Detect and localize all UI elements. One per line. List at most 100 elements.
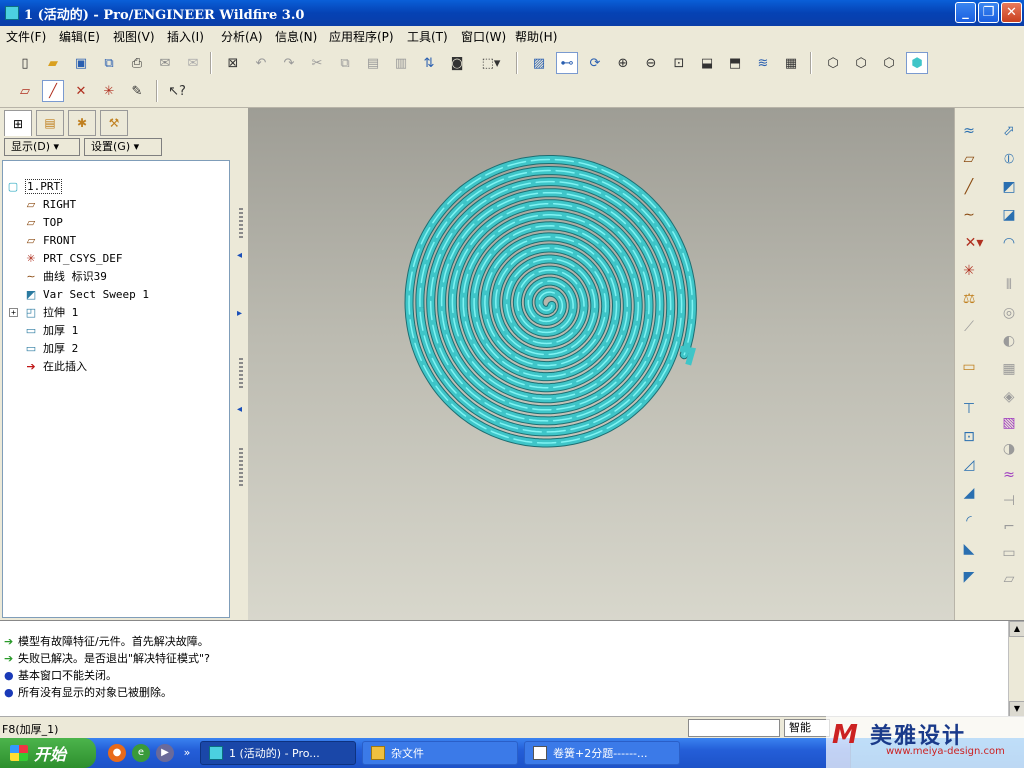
paste-special-icon[interactable]: ▥ (390, 52, 412, 74)
favorites-tab[interactable]: ✱ (68, 110, 96, 136)
browser-icon[interactable]: e (132, 744, 150, 762)
fill-icon[interactable]: ▱ (997, 568, 1021, 590)
menu-view[interactable]: 视图(V) (113, 28, 155, 45)
analysis-tool-icon[interactable]: ⚖ (957, 288, 981, 310)
select-box-icon[interactable]: ⬚▾ (474, 52, 508, 74)
menu-info[interactable]: 信息(N) (275, 28, 317, 45)
regenerate-icon[interactable]: ⇅ (418, 52, 440, 74)
maximize-button[interactable]: ❐ (978, 2, 999, 23)
zoom-out-icon[interactable]: ⊖ (640, 52, 662, 74)
repaint-icon[interactable]: ▨ (528, 52, 550, 74)
connections-tab[interactable]: ⚒ (100, 110, 128, 136)
task-proe[interactable]: 1 (活动的) - Pro... (200, 741, 356, 765)
scroll-down-icon[interactable]: ▼ (1009, 701, 1024, 717)
undo-icon[interactable]: ↶ (250, 52, 272, 74)
select-icon[interactable]: ▭ (957, 356, 981, 378)
datum-plane-display-icon[interactable]: ▱ (14, 80, 36, 102)
task-folder[interactable]: 杂文件 (362, 741, 518, 765)
round-icon[interactable]: ◜ (957, 510, 981, 532)
chamfer-icon[interactable]: ◣ (957, 538, 981, 560)
refit-icon[interactable]: ⊡ (668, 52, 690, 74)
shell-icon[interactable]: ⊡ (957, 426, 981, 448)
view-manager-icon[interactable]: ▦ (780, 52, 802, 74)
copy-icon[interactable]: ⧉ (334, 52, 356, 74)
csys-tool-icon[interactable]: ✳ (957, 260, 981, 282)
paste-icon[interactable]: ▤ (362, 52, 384, 74)
pattern-icon[interactable]: ▦ (997, 358, 1021, 380)
spin-center-icon[interactable]: ⊷ (556, 52, 578, 74)
tree-item-insert-here[interactable]: ➔ 在此插入 (23, 357, 87, 375)
tree-item-thicken-2[interactable]: ▭ 加厚 2 (23, 339, 78, 357)
tree-item-extrude[interactable]: + ◰ 拉伸 1 (9, 303, 78, 321)
menu-edit[interactable]: 编辑(E) (59, 28, 100, 45)
hidden-line-icon[interactable]: ⬡ (850, 52, 872, 74)
settings-dropdown[interactable]: 设置(G) ▾ (84, 138, 162, 156)
menu-window[interactable]: 窗口(W) (461, 28, 506, 45)
datum-axis-display-icon[interactable]: ╱ (42, 80, 64, 102)
collapse-arrow-icon[interactable]: ◂ (237, 250, 242, 261)
scroll-up-icon[interactable]: ▲ (1009, 621, 1024, 637)
trim-icon[interactable]: ◐ (997, 330, 1021, 352)
wireframe-icon[interactable]: ⬡ (822, 52, 844, 74)
blend-icon[interactable]: ◪ (997, 204, 1021, 226)
media-player-icon[interactable]: ▶ (156, 744, 174, 762)
variable-sweep-icon[interactable]: ◩ (997, 176, 1021, 198)
open-icon[interactable]: ▰ (42, 52, 64, 74)
extend-icon[interactable]: ⊣ (997, 490, 1021, 512)
graphics-window[interactable] (248, 108, 954, 620)
tree-item-right[interactable]: ▱ RIGHT (23, 195, 76, 213)
tree-item-part[interactable]: ▢ 1.PRT (5, 177, 63, 195)
saved-views-icon[interactable]: ⬒ (724, 52, 746, 74)
cut-icon[interactable]: ✂ (306, 52, 328, 74)
save-icon[interactable]: ▣ (70, 52, 92, 74)
menu-help[interactable]: 帮助(H) (515, 28, 557, 45)
send-mail2-icon[interactable]: ✉ (182, 52, 204, 74)
zoom-in-icon[interactable]: ⊕ (612, 52, 634, 74)
solidify-icon[interactable]: ≈ (997, 464, 1021, 486)
project-icon[interactable]: ⌐ (997, 516, 1021, 538)
redo-icon[interactable]: ↷ (278, 52, 300, 74)
menu-tools[interactable]: 工具(T) (407, 28, 448, 45)
firefox-icon[interactable]: ● (108, 744, 126, 762)
annotation-display-icon[interactable]: ✎ (126, 80, 148, 102)
context-help-icon[interactable]: ↖? (166, 80, 188, 102)
find-icon[interactable]: ◙ (446, 52, 468, 74)
tree-item-top[interactable]: ▱ TOP (23, 213, 63, 231)
tree-item-thicken-1[interactable]: ▭ 加厚 1 (23, 321, 78, 339)
no-hidden-icon[interactable]: ⬡ (878, 52, 900, 74)
spiral-spring-model[interactable] (248, 108, 954, 620)
filter-dropdown[interactable]: 智能 (784, 719, 830, 737)
merge-icon[interactable]: ◎ (997, 302, 1021, 324)
show-dropdown[interactable]: 显示(D) ▾ (4, 138, 80, 156)
new-icon[interactable]: ▯ (14, 52, 36, 74)
collapse-arrow-icon[interactable]: ◂ (237, 404, 242, 415)
tree-item-curve[interactable]: ∼ 曲线 标识39 (23, 267, 106, 285)
folder-browser-tab[interactable]: ▤ (36, 110, 64, 136)
tree-item-csys[interactable]: ✳ PRT_CSYS_DEF (23, 249, 122, 267)
save-copy-icon[interactable]: ⧉ (98, 52, 120, 74)
edge-chamfer-icon[interactable]: ◤ (957, 566, 981, 588)
shading-icon[interactable]: ⬢ (906, 52, 928, 74)
tree-item-front[interactable]: ▱ FRONT (23, 231, 76, 249)
menu-file[interactable]: 文件(F) (6, 28, 46, 45)
sketched-datum-curve-icon[interactable]: ≈ (957, 120, 981, 142)
shape-feature-icon[interactable]: ⬀ (997, 120, 1021, 142)
task-document[interactable]: 卷簧+2分题------... (524, 741, 680, 765)
print-icon[interactable]: ⎙ (126, 52, 148, 74)
close-window-icon[interactable]: ⊠ (222, 52, 244, 74)
offset-icon[interactable]: ◈ (997, 386, 1021, 408)
menu-insert[interactable]: 插入(I) (167, 28, 204, 45)
draft-icon[interactable]: ◢ (957, 482, 981, 504)
boundary-blend-icon[interactable]: ◠ (997, 232, 1021, 254)
send-mail-icon[interactable]: ✉ (154, 52, 176, 74)
rib-icon[interactable]: ◿ (957, 454, 981, 476)
datum-axis-tool-icon[interactable]: ╱ (957, 176, 981, 198)
layers-icon[interactable]: ≋ (752, 52, 774, 74)
minimize-button[interactable]: _ (955, 2, 976, 23)
revolve-icon[interactable]: ⦶ (997, 148, 1021, 170)
menu-analysis[interactable]: 分析(A) (221, 28, 263, 45)
close-button[interactable]: ✕ (1001, 2, 1022, 23)
wrap-icon[interactable]: ▭ (997, 542, 1021, 564)
reorient-icon[interactable]: ⬓ (696, 52, 718, 74)
model-tree-tab[interactable]: ⊞ (4, 110, 32, 136)
